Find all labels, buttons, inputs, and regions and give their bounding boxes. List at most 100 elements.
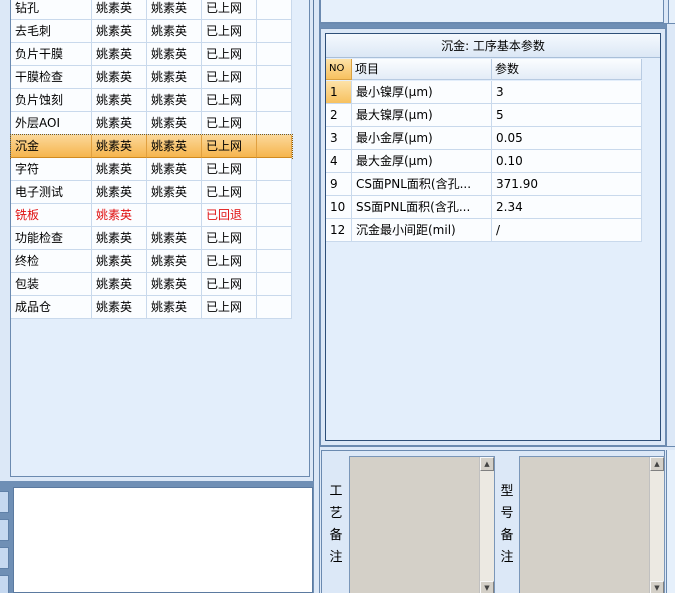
model-memo-scrollbar[interactable]: ▲ ▼: [649, 457, 664, 593]
param-no-cell[interactable]: 4: [326, 150, 352, 173]
process-name-cell[interactable]: 电子测试: [11, 181, 92, 204]
extra-cell[interactable]: [257, 296, 292, 319]
process-name-cell[interactable]: 包装: [11, 273, 92, 296]
status-cell[interactable]: 已上网: [202, 43, 257, 66]
param-item-cell[interactable]: SS面PNL面积(含孔...: [352, 196, 492, 219]
operator-cell[interactable]: 姚素英: [92, 0, 147, 20]
side-tab[interactable]: [0, 491, 9, 513]
operator-cell[interactable]: 姚素英: [147, 43, 202, 66]
extra-cell[interactable]: [257, 66, 292, 89]
operator-cell[interactable]: 姚素英: [92, 204, 147, 227]
status-cell[interactable]: 已上网: [202, 112, 257, 135]
param-value-cell[interactable]: 371.90: [492, 173, 642, 196]
operator-cell[interactable]: 姚素英: [92, 89, 147, 112]
param-item-cell[interactable]: 最大镍厚(μm): [352, 104, 492, 127]
operator-cell[interactable]: 姚素英: [147, 273, 202, 296]
process-memo-textarea[interactable]: ▲ ▼: [349, 456, 495, 593]
extra-cell[interactable]: [257, 158, 292, 181]
param-row[interactable]: 9 CS面PNL面积(含孔... 371.90: [326, 173, 642, 196]
extra-cell[interactable]: [257, 20, 292, 43]
extra-cell[interactable]: [257, 43, 292, 66]
param-no-cell[interactable]: 1: [326, 81, 352, 104]
process-name-cell[interactable]: 负片蚀刻: [11, 89, 92, 112]
process-name-cell[interactable]: 负片干膜: [11, 43, 92, 66]
param-item-cell[interactable]: 最大金厚(μm): [352, 150, 492, 173]
param-value-cell[interactable]: 3: [492, 81, 642, 104]
scroll-up-icon[interactable]: ▲: [650, 457, 664, 471]
extra-cell[interactable]: [257, 135, 292, 158]
operator-cell[interactable]: 姚素英: [92, 227, 147, 250]
param-row[interactable]: 10 SS面PNL面积(含孔... 2.34: [326, 196, 642, 219]
header-no[interactable]: NO: [326, 59, 352, 80]
status-cell[interactable]: 已上网: [202, 181, 257, 204]
extra-cell[interactable]: [257, 181, 292, 204]
param-row[interactable]: 2 最大镍厚(μm) 5: [326, 104, 642, 127]
operator-cell[interactable]: 姚素英: [147, 227, 202, 250]
scroll-up-icon[interactable]: ▲: [480, 457, 494, 471]
operator-cell[interactable]: 姚素英: [147, 20, 202, 43]
process-row[interactable]: 负片蚀刻 姚素英 姚素英 已上网: [11, 89, 292, 112]
process-name-cell[interactable]: 去毛刺: [11, 20, 92, 43]
model-memo-textarea[interactable]: ▲ ▼: [519, 456, 665, 593]
param-row[interactable]: 3 最小金厚(μm) 0.05: [326, 127, 642, 150]
header-item[interactable]: 项目: [352, 59, 492, 80]
status-cell[interactable]: 已上网: [202, 89, 257, 112]
process-row[interactable]: 终检 姚素英 姚素英 已上网: [11, 250, 292, 273]
operator-cell[interactable]: 姚素英: [92, 250, 147, 273]
operator-cell[interactable]: 姚素英: [147, 135, 202, 158]
param-no-cell[interactable]: 12: [326, 219, 352, 242]
status-cell[interactable]: 已上网: [202, 135, 257, 158]
param-row[interactable]: 1 最小镍厚(μm) 3: [326, 81, 642, 104]
extra-cell[interactable]: [257, 89, 292, 112]
process-row[interactable]: 电子测试 姚素英 姚素英 已上网: [11, 181, 292, 204]
left-memo-box[interactable]: [13, 487, 313, 593]
status-cell[interactable]: 已上网: [202, 227, 257, 250]
process-name-cell[interactable]: 干膜检查: [11, 66, 92, 89]
param-value-cell[interactable]: 0.05: [492, 127, 642, 150]
operator-cell[interactable]: 姚素英: [92, 20, 147, 43]
param-no-cell[interactable]: 10: [326, 196, 352, 219]
extra-cell[interactable]: [257, 227, 292, 250]
extra-cell[interactable]: [257, 273, 292, 296]
operator-cell[interactable]: 姚素英: [147, 250, 202, 273]
param-item-cell[interactable]: 最小金厚(μm): [352, 127, 492, 150]
header-value[interactable]: 参数: [492, 59, 642, 80]
process-name-cell[interactable]: 沉金: [11, 135, 92, 158]
extra-cell[interactable]: [257, 112, 292, 135]
extra-cell[interactable]: [257, 204, 292, 227]
param-item-cell[interactable]: 沉金最小间距(mil): [352, 219, 492, 242]
operator-cell[interactable]: 姚素英: [92, 296, 147, 319]
operator-cell[interactable]: 姚素英: [92, 273, 147, 296]
scroll-down-icon[interactable]: ▼: [480, 581, 494, 593]
side-tab[interactable]: [0, 519, 9, 541]
operator-cell[interactable]: 姚素英: [92, 181, 147, 204]
process-row[interactable]: 沉金 姚素英 姚素英 已上网: [10, 134, 293, 159]
process-row[interactable]: 钻孔 姚素英 姚素英 已上网: [11, 0, 292, 20]
process-row[interactable]: 字符 姚素英 姚素英 已上网: [11, 158, 292, 181]
param-no-cell[interactable]: 2: [326, 104, 352, 127]
process-memo-scrollbar[interactable]: ▲ ▼: [479, 457, 494, 593]
operator-cell[interactable]: 姚素英: [92, 158, 147, 181]
operator-cell[interactable]: [147, 204, 202, 227]
process-name-cell[interactable]: 终检: [11, 250, 92, 273]
operator-cell[interactable]: 姚素英: [92, 66, 147, 89]
side-tab[interactable]: [0, 547, 9, 569]
scroll-down-icon[interactable]: ▼: [650, 581, 664, 593]
process-row[interactable]: 负片干膜 姚素英 姚素英 已上网: [11, 43, 292, 66]
param-value-cell[interactable]: 5: [492, 104, 642, 127]
operator-cell[interactable]: 姚素英: [147, 89, 202, 112]
param-item-cell[interactable]: CS面PNL面积(含孔...: [352, 173, 492, 196]
operator-cell[interactable]: 姚素英: [147, 66, 202, 89]
process-name-cell[interactable]: 铣板: [11, 204, 92, 227]
side-tab[interactable]: [0, 575, 9, 593]
operator-cell[interactable]: 姚素英: [92, 43, 147, 66]
process-row[interactable]: 成品仓 姚素英 姚素英 已上网: [11, 296, 292, 319]
status-cell[interactable]: 已上网: [202, 20, 257, 43]
param-value-cell[interactable]: 2.34: [492, 196, 642, 219]
param-row[interactable]: 12 沉金最小间距(mil) /: [326, 219, 642, 242]
process-name-cell[interactable]: 外层AOI: [11, 112, 92, 135]
param-no-cell[interactable]: 3: [326, 127, 352, 150]
process-name-cell[interactable]: 钻孔: [11, 0, 92, 20]
process-name-cell[interactable]: 功能检查: [11, 227, 92, 250]
status-cell[interactable]: 已上网: [202, 296, 257, 319]
